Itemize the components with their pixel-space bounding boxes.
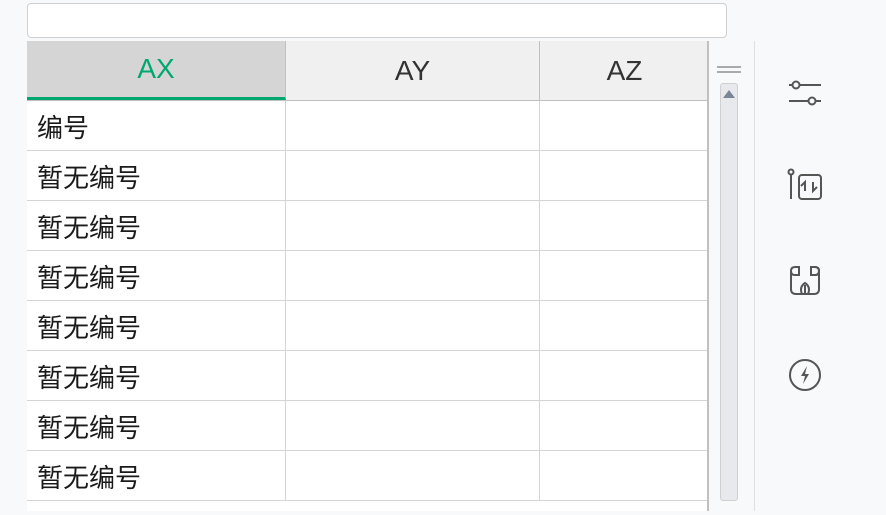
cell-ay[interactable] (286, 251, 540, 300)
scroll-area (709, 41, 749, 511)
spreadsheet-grid: AX AY AZ 编号暂无编号暂无编号暂无编号暂无编号暂无编号暂无编号暂无编号 (27, 41, 709, 511)
eco-data-icon[interactable] (783, 259, 827, 303)
table-row: 暂无编号 (27, 451, 709, 501)
cell-ay[interactable] (286, 101, 540, 150)
table-row: 暂无编号 (27, 251, 709, 301)
cell-az[interactable] (540, 301, 709, 350)
cell-az[interactable] (540, 101, 709, 150)
cell-az[interactable] (540, 251, 709, 300)
lightning-tip-icon[interactable] (783, 353, 827, 397)
cell-az[interactable] (540, 201, 709, 250)
scroll-up-button[interactable] (721, 86, 737, 102)
collapse-handle-icon[interactable] (717, 66, 741, 73)
cell-ax[interactable]: 暂无编号 (27, 251, 286, 300)
cell-az[interactable] (540, 351, 709, 400)
chevron-up-icon (723, 90, 735, 98)
cell-ax[interactable]: 暂无编号 (27, 351, 286, 400)
main-area: AX AY AZ 编号暂无编号暂无编号暂无编号暂无编号暂无编号暂无编号暂无编号 (0, 41, 886, 511)
table-row: 暂无编号 (27, 351, 709, 401)
column-header-ay[interactable]: AY (286, 41, 540, 100)
cell-az[interactable] (540, 401, 709, 450)
cell-az[interactable] (540, 151, 709, 200)
cell-ax[interactable]: 编号 (27, 101, 286, 150)
formula-bar[interactable] (27, 3, 727, 38)
cell-ay[interactable] (286, 401, 540, 450)
cell-ax[interactable]: 暂无编号 (27, 451, 286, 500)
table-row: 暂无编号 (27, 151, 709, 201)
table-row: 暂无编号 (27, 201, 709, 251)
right-sidebar (754, 41, 854, 511)
cell-az[interactable] (540, 451, 709, 500)
cell-ay[interactable] (286, 451, 540, 500)
column-header-az[interactable]: AZ (540, 41, 709, 100)
cell-ay[interactable] (286, 201, 540, 250)
grid-border (707, 41, 709, 511)
cell-ay[interactable] (286, 351, 540, 400)
cell-ay[interactable] (286, 151, 540, 200)
cell-ax[interactable]: 暂无编号 (27, 201, 286, 250)
cell-ax[interactable]: 暂无编号 (27, 301, 286, 350)
column-header-ax[interactable]: AX (27, 41, 286, 100)
table-row: 编号 (27, 101, 709, 151)
column-swap-icon[interactable] (783, 165, 827, 209)
settings-sliders-icon[interactable] (783, 71, 827, 115)
table-row: 暂无编号 (27, 401, 709, 451)
cell-ax[interactable]: 暂无编号 (27, 151, 286, 200)
cell-ay[interactable] (286, 301, 540, 350)
vertical-scrollbar[interactable] (720, 83, 738, 501)
column-header-row: AX AY AZ (27, 41, 709, 101)
table-row: 暂无编号 (27, 301, 709, 351)
cell-ax[interactable]: 暂无编号 (27, 401, 286, 450)
